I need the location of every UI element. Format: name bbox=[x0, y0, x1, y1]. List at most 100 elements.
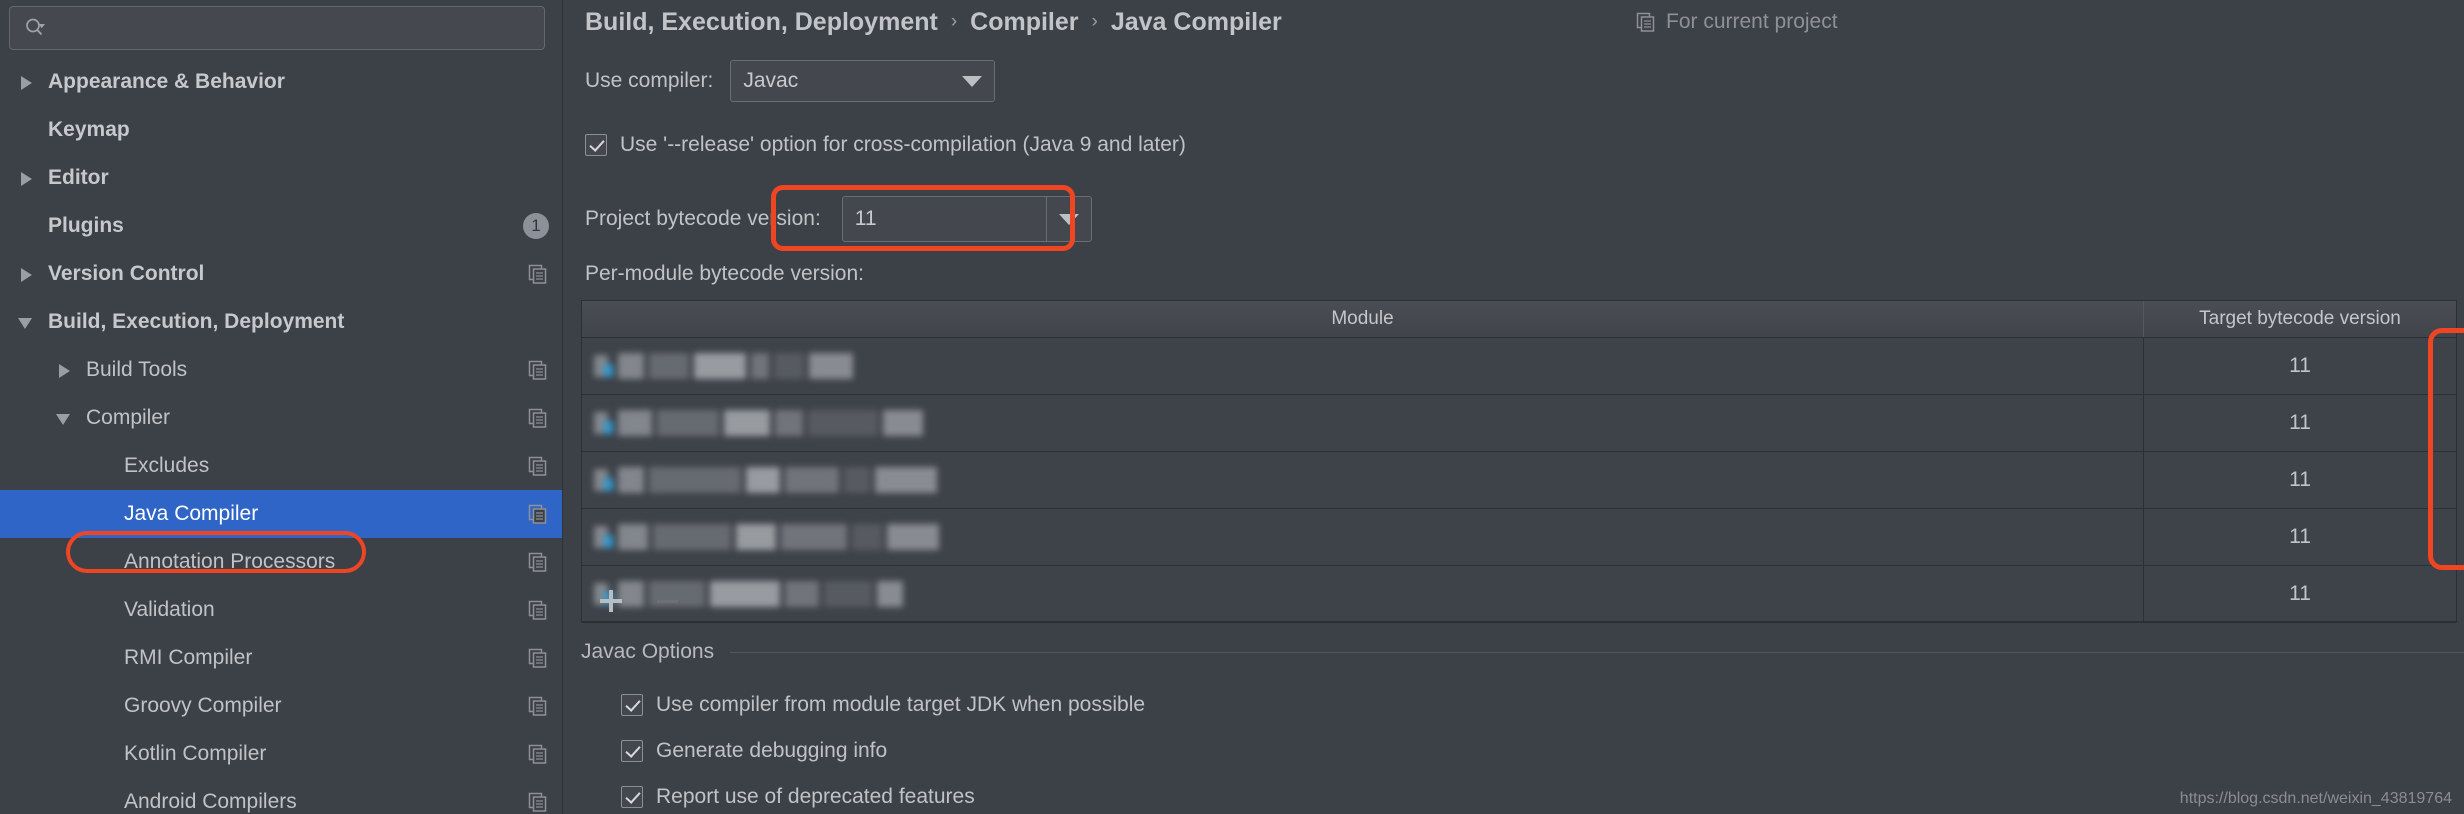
sidebar-item-label: Excludes bbox=[124, 454, 210, 477]
chevron-down-icon[interactable] bbox=[950, 61, 994, 101]
sidebar-item-label: Annotation Processors bbox=[124, 550, 336, 573]
sidebar-item-label: Build, Execution, Deployment bbox=[48, 310, 345, 333]
chevron-down-icon[interactable] bbox=[16, 312, 36, 332]
breadcrumb-item-1[interactable]: Build, Execution, Deployment bbox=[585, 8, 938, 37]
project-bytecode-label: Project bytecode version: bbox=[585, 207, 821, 230]
javac-option-checkbox[interactable] bbox=[621, 694, 643, 716]
sidebar-item-version-control[interactable]: Version Control bbox=[0, 250, 562, 298]
project-bytecode-dropdown[interactable]: 11 bbox=[841, 196, 1092, 242]
javac-option-label: Generate debugging info bbox=[656, 739, 888, 762]
add-module-button[interactable] bbox=[598, 588, 624, 614]
breadcrumb-item-3: Java Compiler bbox=[1110, 7, 1282, 36]
chevron-right-icon[interactable] bbox=[16, 168, 36, 188]
copy-icon bbox=[527, 743, 549, 765]
sidebar-item-label: Android Compilers bbox=[124, 790, 297, 813]
plugins-update-badge: 1 bbox=[523, 213, 549, 239]
watermark: https://blog.csdn.net/weixin_43819764 bbox=[2179, 790, 2452, 807]
use-compiler-dropdown[interactable]: Javac bbox=[730, 60, 996, 102]
release-option-checkbox[interactable] bbox=[585, 134, 607, 156]
sidebar-item-rmi-compiler[interactable]: RMI Compiler bbox=[0, 634, 562, 682]
chevron-right-icon[interactable] bbox=[16, 72, 36, 92]
copy-icon bbox=[527, 503, 549, 525]
release-option-row[interactable]: Use '--release' option for cross-compila… bbox=[585, 133, 1186, 157]
copy-icon bbox=[1635, 11, 1657, 33]
copy-icon bbox=[527, 695, 549, 717]
copy-icon bbox=[527, 407, 549, 429]
javac-option-label: Report use of deprecated features bbox=[656, 785, 975, 808]
column-header-module[interactable]: Module bbox=[582, 301, 2143, 337]
sidebar-item-editor[interactable]: Editor bbox=[0, 154, 562, 202]
project-bytecode-value: 11 bbox=[854, 207, 877, 230]
sidebar-item-label: Plugins bbox=[48, 214, 124, 237]
table-row[interactable]: 11 bbox=[582, 509, 2456, 566]
use-compiler-value: Javac bbox=[743, 69, 799, 92]
copy-icon bbox=[527, 359, 549, 381]
settings-main-panel: Build, Execution, Deployment › Compiler … bbox=[563, 0, 2464, 814]
sidebar-item-build-tools[interactable]: Build Tools bbox=[0, 346, 562, 394]
chevron-right-icon[interactable] bbox=[54, 360, 74, 380]
project-bytecode-row: Project bytecode version: 11 bbox=[585, 196, 1092, 242]
copy-icon bbox=[527, 647, 549, 669]
sidebar-item-validation[interactable]: Validation bbox=[0, 586, 562, 634]
sidebar-item-keymap[interactable]: Keymap bbox=[0, 106, 562, 154]
table-row[interactable]: 11 bbox=[582, 338, 2456, 395]
badge-count: 1 bbox=[523, 213, 549, 239]
javac-option-row[interactable]: Generate debugging info bbox=[621, 728, 1145, 774]
javac-options-list: Use compiler from module target JDK when… bbox=[621, 682, 1145, 814]
table-row[interactable]: 11 bbox=[582, 452, 2456, 509]
module-name-cell[interactable] bbox=[582, 452, 2144, 508]
sidebar-item-label: RMI Compiler bbox=[124, 646, 253, 669]
chevron-down-icon[interactable] bbox=[1045, 197, 1091, 241]
for-current-project-label: For current project bbox=[1635, 6, 1838, 38]
copy-icon bbox=[527, 455, 549, 477]
target-bytecode-cell[interactable]: 11 bbox=[2144, 395, 2456, 451]
sidebar-item-build-execution-deployment[interactable]: Build, Execution, Deployment bbox=[0, 298, 562, 346]
sidebar-item-label: Kotlin Compiler bbox=[124, 742, 267, 765]
module-name-cell[interactable] bbox=[582, 338, 2144, 394]
search-input[interactable] bbox=[56, 13, 500, 43]
javac-option-row[interactable]: Report use of deprecated features bbox=[621, 774, 1145, 814]
search-box[interactable] bbox=[9, 6, 545, 50]
module-name-cell[interactable] bbox=[582, 509, 2144, 565]
breadcrumb-item-2[interactable]: Compiler bbox=[970, 8, 1078, 37]
sidebar-item-groovy-compiler[interactable]: Groovy Compiler bbox=[0, 682, 562, 730]
target-bytecode-cell[interactable]: 11 bbox=[2144, 509, 2456, 565]
table-toolbar bbox=[581, 580, 2457, 622]
sidebar-item-appearance-behavior[interactable]: Appearance & Behavior bbox=[0, 58, 562, 106]
target-bytecode-cell[interactable]: 11 bbox=[2144, 338, 2456, 394]
table-row[interactable]: 11 bbox=[582, 395, 2456, 452]
sidebar-item-android-compilers[interactable]: Android Compilers bbox=[0, 778, 562, 814]
target-bytecode-cell[interactable]: 11 bbox=[2144, 452, 2456, 508]
breadcrumb-separator: › bbox=[1091, 11, 1098, 32]
sidebar-item-label: Groovy Compiler bbox=[124, 694, 282, 717]
module-name-cell[interactable] bbox=[582, 395, 2144, 451]
chevron-down-icon[interactable] bbox=[54, 408, 74, 428]
javac-option-label: Use compiler from module target JDK when… bbox=[656, 693, 1146, 716]
sidebar-item-compiler[interactable]: Compiler bbox=[0, 394, 562, 442]
remove-module-button bbox=[654, 588, 680, 614]
group-divider bbox=[730, 651, 2464, 653]
javac-option-checkbox[interactable] bbox=[621, 786, 643, 808]
per-module-label: Per-module bytecode version: bbox=[585, 262, 864, 285]
per-module-table: Module Target bytecode version 11 11 11 11 1… bbox=[581, 300, 2457, 623]
sidebar-item-kotlin-compiler[interactable]: Kotlin Compiler bbox=[0, 730, 562, 778]
column-header-target[interactable]: Target bytecode version bbox=[2143, 301, 2456, 337]
sidebar-item-label: Keymap bbox=[48, 118, 130, 141]
sidebar-item-excludes[interactable]: Excludes bbox=[0, 442, 562, 490]
javac-option-checkbox[interactable] bbox=[621, 740, 643, 762]
javac-option-row[interactable]: Use compiler from module target JDK when… bbox=[621, 682, 1145, 728]
chevron-right-icon[interactable] bbox=[16, 264, 36, 284]
sidebar-item-plugins[interactable]: Plugins 1 bbox=[0, 202, 562, 250]
settings-tree: Appearance & Behavior Keymap Editor Plugins… bbox=[0, 58, 562, 814]
copy-icon bbox=[527, 599, 549, 621]
sidebar-item-java-compiler[interactable]: Java Compiler bbox=[0, 490, 562, 538]
sidebar-item-annotation-processors[interactable]: Annotation Processors bbox=[0, 538, 562, 586]
copy-icon bbox=[527, 551, 549, 573]
copy-icon bbox=[527, 791, 549, 813]
